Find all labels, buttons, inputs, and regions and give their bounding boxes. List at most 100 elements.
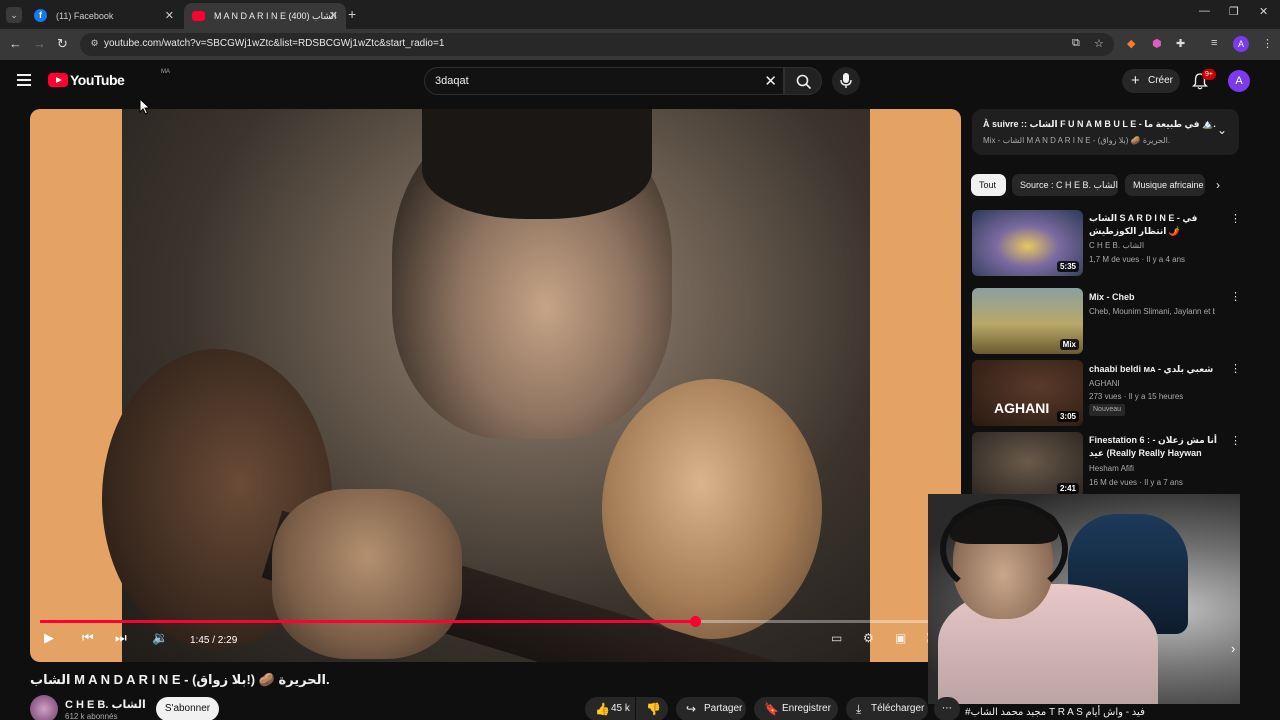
more-options-icon[interactable]: ⋮ [1230, 212, 1241, 225]
carousel-next-icon[interactable]: › [1231, 641, 1235, 656]
chip-source[interactable]: Source : C H E B. الشاب [1012, 174, 1118, 196]
country-code: MA [161, 69, 170, 75]
site-info-icon[interactable]: ⚙ [88, 38, 101, 51]
back-icon[interactable]: ← [9, 36, 22, 51]
recommendation-channel: C H E B. الشاب [1089, 241, 1145, 250]
channel-name[interactable]: C H E B. الشاب [65, 698, 146, 711]
new-badge: Nouveau [1089, 404, 1126, 416]
close-tab-icon[interactable]: ✕ [329, 3, 338, 29]
dislike-button[interactable]: 👎 [636, 697, 668, 720]
duration-badge: 2:41 [1056, 483, 1079, 494]
mix-badge: Mix [1059, 339, 1079, 350]
create-button[interactable]: + Créer [1122, 69, 1180, 93]
mouse-cursor-icon [139, 98, 151, 115]
address-bar[interactable]: ⚙ youtube.com/watch?v=SBCGWj1wZtc&list=R… [80, 33, 1114, 56]
recommendation-channel: AGHANI [1089, 379, 1120, 388]
minimize-icon[interactable]: — [1199, 5, 1210, 17]
up-next-title: À suivre :: الشاب F U N A M B U L E - في… [983, 119, 1216, 129]
reading-list-icon[interactable]: ≡ [1211, 37, 1217, 49]
up-next-panel[interactable]: À suivre :: الشاب F U N A M B U L E - في… [972, 109, 1239, 155]
share-icon: ↪ [686, 702, 697, 716]
progress-fill [40, 620, 695, 623]
bookmark-star-icon[interactable]: ☆ [1094, 37, 1104, 50]
extension-fox-icon[interactable]: ◆ [1127, 37, 1135, 50]
channel-avatar[interactable] [30, 695, 58, 720]
bottom-recommendation-text: #مجبد محمد الشاب T R A S فيد - واش أيام [965, 707, 1145, 718]
plus-icon: + [1131, 72, 1140, 89]
new-tab-button[interactable]: + [348, 6, 356, 22]
browser-menu-icon[interactable]: ⋮ [1262, 37, 1273, 50]
browser-tab-bar: ⌄ f (11) Facebook ✕ M A N D A R I N E ال… [0, 0, 1280, 29]
video-player[interactable]: ▶ ⏮ ⏭ 🔉 1:45 / 2:29 ▭ ⚙ ▣ ⛶ [30, 109, 961, 662]
volume-icon[interactable]: 🔉 [152, 630, 168, 646]
recommendation-meta: 273 vues · Il y a 15 heures [1089, 392, 1184, 401]
subscriber-count: 612 k abonnés [65, 712, 118, 720]
recommendation-title: chaabi beldi ᴍᴀ - شعبي بلدي [1089, 364, 1214, 374]
like-button[interactable]: 👍 45 k [585, 697, 635, 720]
progress-bar[interactable] [40, 616, 937, 627]
previous-icon[interactable]: ⏮ [82, 630, 94, 646]
subtitles-icon[interactable]: ▭ [831, 631, 842, 645]
more-horizontal-icon: ⋯ [942, 703, 952, 714]
recommendation-item[interactable]: 5:35 الشاب S A R D I N E - في انتظار الك… [972, 210, 1241, 278]
browser-tab-facebook[interactable]: f (11) Facebook ✕ [26, 3, 182, 29]
chip-african-music[interactable]: Musique africaine [1125, 174, 1205, 196]
forward-icon[interactable]: → [33, 36, 46, 51]
subscribe-button[interactable]: S'abonner [156, 697, 219, 720]
youtube-header: YouTube MA 3daqat ✕ + Créer 9+ A [0, 60, 1280, 104]
recommendation-item[interactable]: Mix Mix - Cheb Cheb, Mounim Slimani, Jay… [972, 288, 1241, 356]
facebook-icon: f [34, 9, 47, 22]
download-button[interactable]: ⤓ Télécharger [846, 697, 928, 720]
extensions-puzzle-icon[interactable]: ✚ [1176, 37, 1185, 50]
search-button[interactable] [784, 67, 822, 95]
account-avatar[interactable]: A [1228, 70, 1250, 92]
download-icon: ⤓ [856, 702, 862, 716]
install-app-icon[interactable]: ⧉ [1072, 37, 1080, 50]
browser-profile-avatar[interactable]: A [1233, 36, 1249, 52]
scrubber-handle[interactable] [689, 616, 701, 627]
video-thumbnail[interactable]: 5:35 [972, 210, 1083, 276]
more-actions-button[interactable]: ⋯ [934, 697, 960, 720]
theater-mode-icon[interactable]: ▣ [895, 631, 906, 645]
voice-search-button[interactable] [832, 67, 860, 95]
recommendation-title: Finestation 6 : أنا مش زعلان - عيد (Real… [1089, 435, 1217, 462]
more-options-icon[interactable]: ⋮ [1230, 362, 1241, 375]
recommendation-item[interactable]: AGHANI 3:05 chaabi beldi ᴍᴀ - شعبي بلدي … [972, 360, 1241, 428]
browser-tab-youtube[interactable]: M A N D A R I N E الشاب (400) ✕ [184, 3, 346, 29]
duration-badge: 3:05 [1056, 411, 1079, 422]
close-window-icon[interactable]: ✕ [1259, 5, 1268, 18]
url-text: youtube.com/watch?v=SBCGWj1wZtc&list=RDS… [104, 38, 445, 49]
close-tab-icon[interactable]: ✕ [165, 3, 174, 29]
recommendation-channel: Cheb, Mounim Slimani, Jaylann et bien pl… [1089, 307, 1215, 316]
save-button[interactable]: 🔖 Enregistrer [754, 697, 838, 720]
settings-gear-icon[interactable]: ⚙ [863, 631, 874, 645]
recommendation-item[interactable]: 2:41 Finestation 6 : أنا مش زعلان - عيد … [972, 432, 1241, 500]
webcam-content [940, 499, 1068, 599]
search-input[interactable]: 3daqat ✕ [424, 67, 784, 95]
like-count: 45 k [611, 703, 630, 714]
play-icon[interactable]: ▶ [44, 630, 54, 646]
video-frame[interactable] [102, 109, 870, 662]
menu-icon[interactable] [17, 74, 31, 86]
tab-title: (11) Facebook [56, 11, 114, 21]
more-options-icon[interactable]: ⋮ [1230, 290, 1241, 303]
chevron-right-icon[interactable]: › [1216, 178, 1220, 192]
video-thumbnail[interactable]: 2:41 [972, 432, 1083, 498]
create-label: Créer [1148, 75, 1174, 86]
restore-icon[interactable]: ❐ [1229, 5, 1239, 18]
chevron-down-icon[interactable]: ⌄ [1217, 123, 1227, 137]
share-button[interactable]: ↪ Partager [676, 697, 746, 720]
video-thumbnail[interactable]: Mix [972, 288, 1083, 354]
next-icon[interactable]: ⏭ [115, 630, 127, 646]
extension-shield-icon[interactable]: ⬢ [1152, 37, 1162, 50]
chip-all[interactable]: Tout [971, 174, 1006, 196]
clear-search-icon[interactable]: ✕ [764, 72, 777, 90]
reload-icon[interactable]: ↻ [57, 36, 68, 52]
download-label: Télécharger [871, 703, 925, 714]
video-thumbnail[interactable]: AGHANI 3:05 [972, 360, 1083, 426]
thumbs-up-icon: 👍 [595, 702, 610, 716]
tab-search-icon[interactable]: ⌄ [6, 7, 22, 23]
video-content [422, 109, 652, 219]
streamer-webcam-overlay [928, 494, 1240, 704]
more-options-icon[interactable]: ⋮ [1230, 434, 1241, 447]
